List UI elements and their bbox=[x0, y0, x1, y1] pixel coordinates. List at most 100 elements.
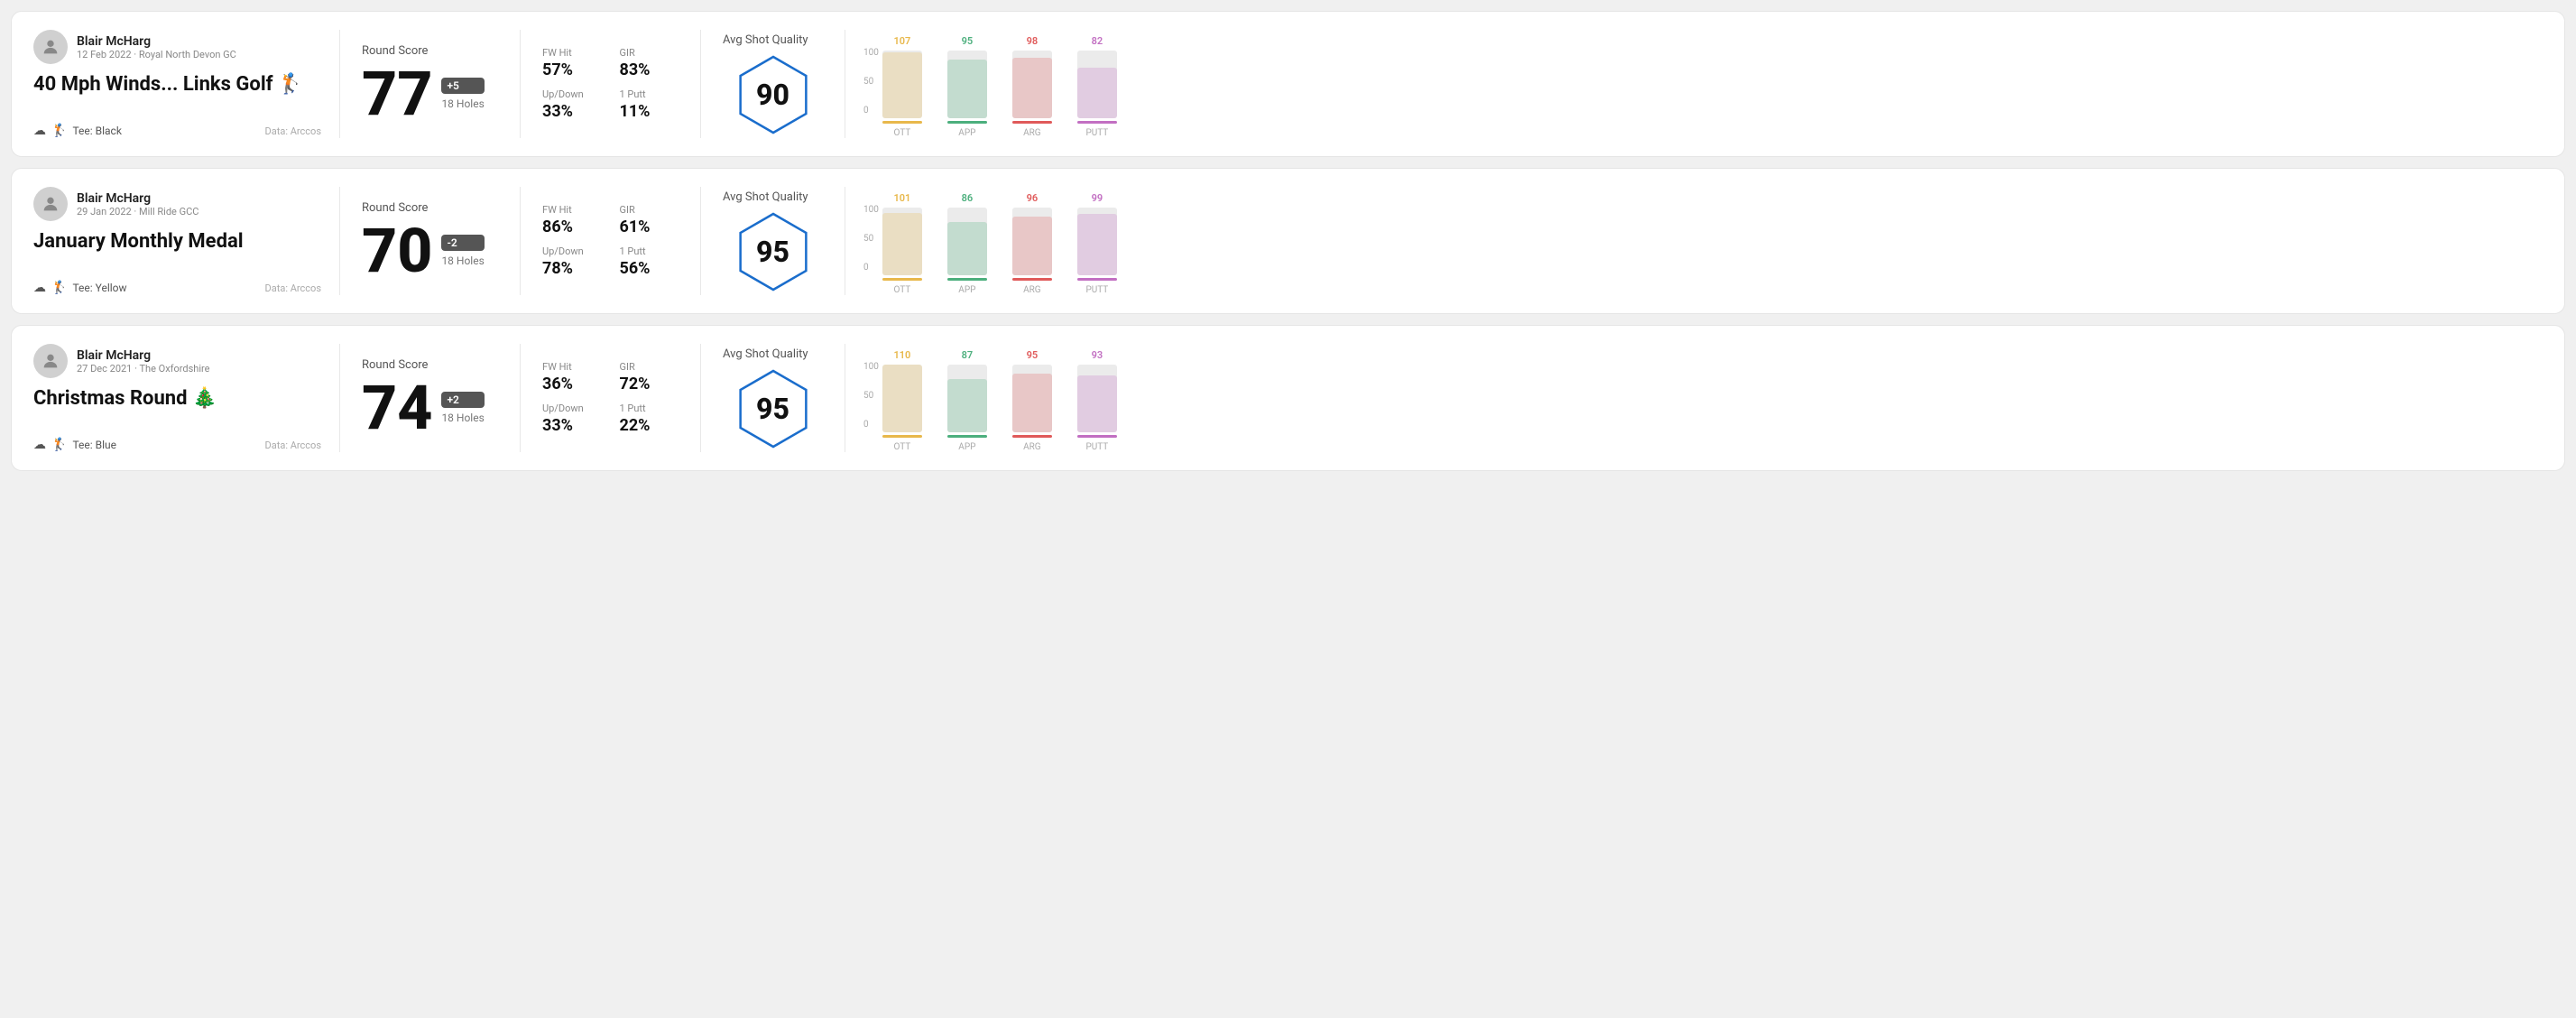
stat-fw-hit-label: FW Hit bbox=[542, 361, 602, 373]
y-label-0: 0 bbox=[863, 106, 879, 116]
round-title: Christmas Round 🎄 bbox=[33, 387, 321, 410]
stat-one-putt: 1 Putt 56% bbox=[620, 245, 679, 278]
stat-up-down: Up/Down 33% bbox=[542, 403, 602, 435]
bar-fill bbox=[1077, 375, 1117, 432]
score-section: Round Score 74 +2 18 Holes bbox=[340, 344, 521, 452]
bar-wrapper bbox=[947, 365, 987, 432]
stats-section: FW Hit 36% GIR 72% Up/Down 33% 1 Putt 22… bbox=[521, 344, 701, 452]
y-label-50: 50 bbox=[863, 391, 879, 401]
score-section: Round Score 77 +5 18 Holes bbox=[340, 30, 521, 138]
bar-x-label: APP bbox=[958, 285, 975, 295]
bar-accent-line bbox=[947, 121, 987, 124]
user-info: Blair McHarg 27 Dec 2021 · The Oxfordshi… bbox=[33, 344, 321, 378]
bar-accent-line bbox=[882, 121, 922, 124]
round-card-round3: Blair McHarg 27 Dec 2021 · The Oxfordshi… bbox=[11, 325, 2565, 471]
stats-grid: FW Hit 57% GIR 83% Up/Down 33% 1 Putt 11… bbox=[542, 47, 679, 121]
score-details: -2 18 Holes bbox=[441, 235, 484, 267]
user-info: Blair McHarg 29 Jan 2022 · Mill Ride GCC bbox=[33, 187, 321, 221]
bar-accent-line bbox=[1012, 435, 1052, 438]
round-card-round2: Blair McHarg 29 Jan 2022 · Mill Ride GCC… bbox=[11, 168, 2565, 314]
stat-gir-value: 83% bbox=[620, 60, 679, 79]
stat-up-down-value: 78% bbox=[542, 259, 602, 278]
score-details: +5 18 Holes bbox=[441, 78, 484, 110]
y-label-50: 50 bbox=[863, 234, 879, 244]
bar-accent-line bbox=[882, 278, 922, 281]
holes-label: 18 Holes bbox=[441, 255, 484, 267]
stat-up-down-label: Up/Down bbox=[542, 88, 602, 100]
stat-fw-hit-value: 86% bbox=[542, 217, 602, 236]
y-label-100: 100 bbox=[863, 205, 879, 215]
bar-value: 82 bbox=[1092, 35, 1103, 47]
stat-one-putt-value: 22% bbox=[620, 416, 679, 435]
score-number: 70 bbox=[362, 220, 432, 282]
stats-grid: FW Hit 36% GIR 72% Up/Down 33% 1 Putt 22… bbox=[542, 361, 679, 435]
user-date: 29 Jan 2022 · Mill Ride GCC bbox=[77, 206, 199, 217]
data-source: Data: Arccos bbox=[265, 440, 321, 451]
tee-label: Tee: Blue bbox=[72, 439, 116, 451]
bar-wrapper bbox=[1012, 208, 1052, 275]
stats-grid: FW Hit 86% GIR 61% Up/Down 78% 1 Putt 56… bbox=[542, 204, 679, 278]
stat-fw-hit-value: 36% bbox=[542, 375, 602, 393]
score-number: 74 bbox=[362, 377, 432, 439]
stat-up-down: Up/Down 78% bbox=[542, 245, 602, 278]
bar-group-app: 86 APP bbox=[947, 192, 987, 295]
bar-wrapper bbox=[882, 208, 922, 275]
stat-fw-hit-label: FW Hit bbox=[542, 204, 602, 216]
hexagon-score: 95 bbox=[756, 235, 789, 269]
chart-bars: 101 OTT 86 APP 96 bbox=[882, 187, 1117, 295]
bar-value: 93 bbox=[1092, 349, 1103, 361]
chart-bars: 107 OTT 95 APP 98 bbox=[882, 30, 1117, 138]
stat-one-putt-label: 1 Putt bbox=[620, 88, 679, 100]
bar-x-label: APP bbox=[958, 128, 975, 138]
bar-fill bbox=[1012, 217, 1052, 275]
hexagon-container: 95 bbox=[733, 211, 814, 292]
bar-group-putt: 93 PUTT bbox=[1077, 349, 1117, 452]
bar-wrapper bbox=[882, 365, 922, 432]
bar-value: 95 bbox=[1027, 349, 1039, 361]
score-row: 70 -2 18 Holes bbox=[362, 220, 498, 282]
stat-fw-hit-label: FW Hit bbox=[542, 47, 602, 59]
tee-label: Tee: Yellow bbox=[72, 282, 126, 294]
score-modifier: +2 bbox=[441, 392, 484, 408]
quality-section: Avg Shot Quality 95 bbox=[701, 187, 845, 295]
stat-one-putt-value: 56% bbox=[620, 259, 679, 278]
round-title: 40 Mph Winds... Links Golf 🏌️ bbox=[33, 73, 321, 96]
stat-gir: GIR 72% bbox=[620, 361, 679, 393]
stat-fw-hit: FW Hit 86% bbox=[542, 204, 602, 236]
round-card-round1: Blair McHarg 12 Feb 2022 · Royal North D… bbox=[11, 11, 2565, 157]
quality-section: Avg Shot Quality 95 bbox=[701, 344, 845, 452]
data-source: Data: Arccos bbox=[265, 282, 321, 294]
stat-gir-label: GIR bbox=[620, 361, 679, 373]
score-details: +2 18 Holes bbox=[441, 392, 484, 424]
chart-section: 100 50 0 110 OTT 87 bbox=[845, 344, 2543, 452]
holes-label: 18 Holes bbox=[441, 97, 484, 110]
bag-icon: 🏌 bbox=[51, 281, 67, 295]
bar-value: 95 bbox=[962, 35, 974, 47]
bar-accent-line bbox=[1012, 121, 1052, 124]
hexagon-container: 90 bbox=[733, 54, 814, 135]
stat-gir-label: GIR bbox=[620, 47, 679, 59]
bar-x-label: PUTT bbox=[1085, 128, 1108, 138]
bar-group-ott: 101 OTT bbox=[882, 192, 922, 295]
cloud-icon: ☁ bbox=[33, 438, 46, 452]
bar-accent-line bbox=[882, 435, 922, 438]
stats-section: FW Hit 57% GIR 83% Up/Down 33% 1 Putt 11… bbox=[521, 30, 701, 138]
bar-group-app: 87 APP bbox=[947, 349, 987, 452]
bar-wrapper bbox=[947, 51, 987, 118]
bar-group-ott: 107 OTT bbox=[882, 35, 922, 138]
bar-wrapper bbox=[947, 208, 987, 275]
footer-row: ☁ 🏌 Tee: Blue Data: Arccos bbox=[33, 438, 321, 452]
bar-accent-line bbox=[947, 435, 987, 438]
bar-value: 110 bbox=[893, 349, 910, 361]
bar-fill bbox=[1077, 214, 1117, 275]
bar-group-app: 95 APP bbox=[947, 35, 987, 138]
bar-fill bbox=[947, 379, 987, 432]
bar-x-label: APP bbox=[958, 442, 975, 452]
user-icon bbox=[41, 351, 60, 371]
quality-label: Avg Shot Quality bbox=[723, 190, 808, 204]
stat-up-down-value: 33% bbox=[542, 416, 602, 435]
bar-wrapper bbox=[1077, 365, 1117, 432]
user-info: Blair McHarg 12 Feb 2022 · Royal North D… bbox=[33, 30, 321, 64]
y-label-0: 0 bbox=[863, 420, 879, 430]
bar-accent-line bbox=[1077, 435, 1117, 438]
